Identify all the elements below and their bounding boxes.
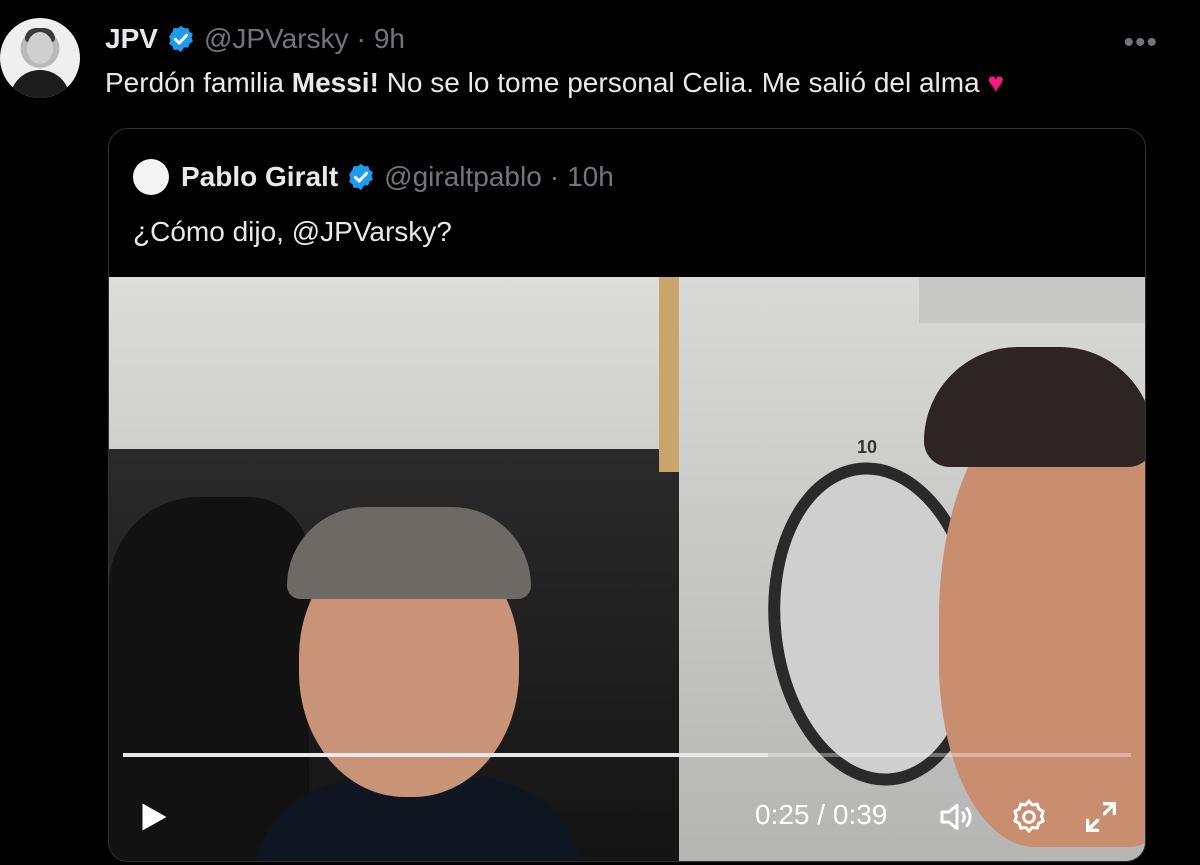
tweet-text-part: No se lo tome personal Celia. Me salió d… xyxy=(378,67,988,98)
separator-dot: · xyxy=(549,161,560,192)
tweet-text: Perdón familia Messi! No se lo tome pers… xyxy=(105,66,1004,100)
video-progress-bar[interactable] xyxy=(123,753,1131,757)
gear-icon[interactable] xyxy=(1009,797,1049,837)
video-current-time: 0:25 xyxy=(755,799,810,830)
quoted-tweet-header: Pablo Giralt @giraltpablo · 10h xyxy=(133,159,614,195)
quoted-author-name[interactable]: Pablo Giralt xyxy=(181,161,338,193)
volume-icon[interactable] xyxy=(937,797,977,837)
separator-dot: · xyxy=(356,23,366,54)
video-progress-fill xyxy=(123,753,769,757)
quoted-author-avatar[interactable] xyxy=(133,159,169,195)
video-player[interactable]: 10 0:25 / 0:39 xyxy=(109,277,1145,861)
quoted-tweet-timestamp[interactable]: 10h xyxy=(567,161,614,193)
tweet-text-part: Perdón familia xyxy=(105,67,292,98)
quoted-author-handle[interactable]: @giraltpablo xyxy=(384,161,542,193)
video-frame-door-edge xyxy=(659,277,679,472)
author-name[interactable]: JPV xyxy=(105,22,158,56)
tweet-header: JPV @JPVarsky · 9h xyxy=(105,22,405,56)
avatar-head xyxy=(27,32,53,64)
verified-badge-icon xyxy=(169,25,193,53)
video-person-center-hair xyxy=(287,507,531,599)
video-door-number: 10 xyxy=(857,437,878,457)
play-icon[interactable] xyxy=(135,799,171,835)
tweet-timestamp[interactable]: 9h xyxy=(374,22,405,56)
tweet[interactable]: JPV @JPVarsky · 9h ••• Perdón familia Me… xyxy=(0,0,1200,865)
author-handle[interactable]: @JPVarsky xyxy=(204,22,349,56)
more-options-icon[interactable]: ••• xyxy=(1123,26,1158,60)
video-frame-ceiling xyxy=(919,277,1145,323)
tweet-text-bold: Messi! xyxy=(291,67,379,98)
author-avatar[interactable] xyxy=(0,18,80,98)
video-duration: 0:39 xyxy=(832,799,888,830)
video-time-separator: / xyxy=(817,799,826,830)
fullscreen-icon[interactable] xyxy=(1081,797,1121,837)
quoted-tweet[interactable]: Pablo Giralt @giraltpablo · 10h ¿Cómo di… xyxy=(108,128,1146,862)
quoted-tweet-text: ¿Cómo dijo, @JPVarsky? xyxy=(133,216,452,247)
video-controls: 0:25 / 0:39 xyxy=(109,787,1145,847)
verified-badge-icon xyxy=(349,163,374,191)
video-time-readout: 0:25 / 0:39 xyxy=(755,799,887,831)
heart-emoji-icon: ♥ xyxy=(987,67,1005,98)
avatar-body xyxy=(10,70,70,98)
video-frame-wall xyxy=(109,277,669,449)
